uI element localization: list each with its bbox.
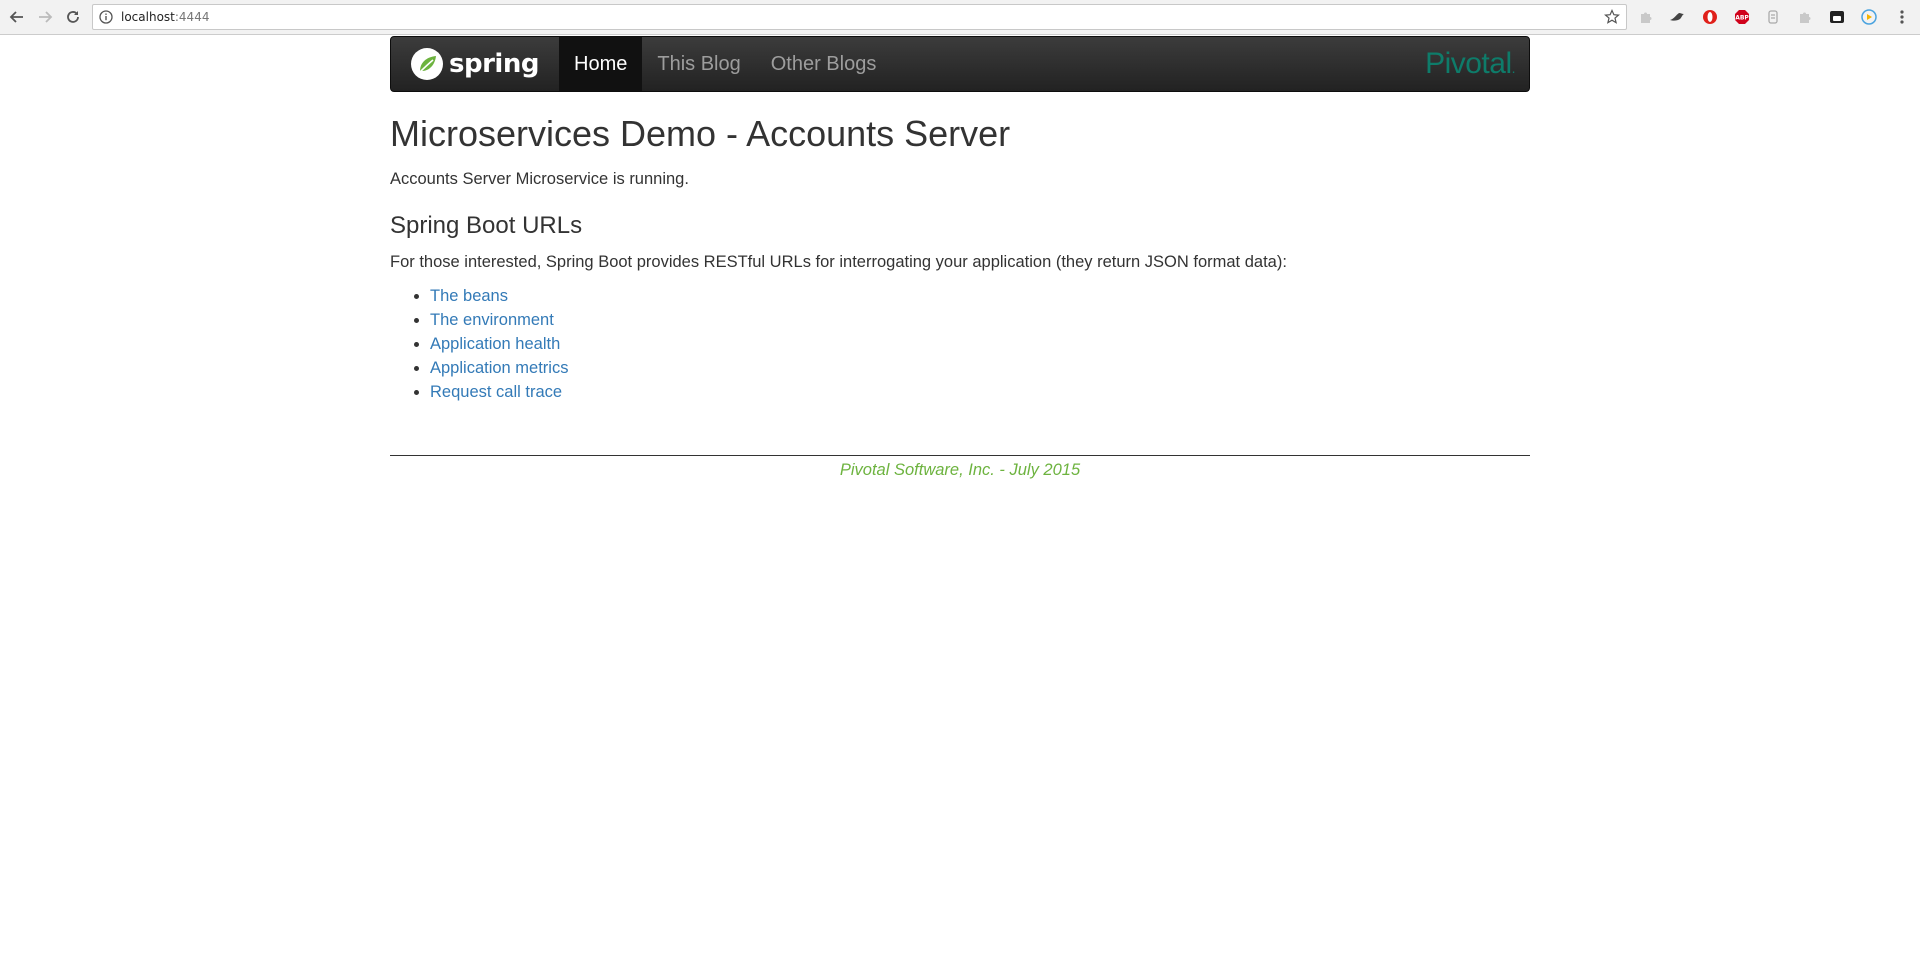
scissors-icon[interactable]: [1763, 7, 1783, 27]
nav-item-this-blog[interactable]: This Blog: [642, 37, 755, 91]
link-trace[interactable]: Request call trace: [430, 383, 562, 401]
site-navbar: spring Home This Blog Other Blogs Pivota…: [390, 36, 1530, 92]
address-bar[interactable]: localhost:4444: [92, 4, 1627, 30]
puzzle-icon[interactable]: [1795, 7, 1815, 27]
opera-icon[interactable]: [1700, 7, 1720, 27]
url-host: localhost: [121, 10, 175, 24]
list-item: The beans: [430, 284, 1530, 308]
link-metrics[interactable]: Application metrics: [430, 359, 568, 377]
footer-divider: [390, 455, 1530, 456]
forward-arrow-icon[interactable]: [34, 6, 56, 28]
section-title: Spring Boot URLs: [390, 212, 583, 239]
url-port: :4444: [174, 10, 210, 24]
pivotal-logo-dot: .: [1511, 60, 1516, 76]
spring-boot-url-list: The beans The environment Application he…: [390, 284, 1530, 404]
list-item: Application metrics: [430, 356, 1530, 380]
section-description: For those interested, Spring Boot provid…: [390, 253, 1287, 271]
pivotal-logo[interactable]: Pivotal.: [1425, 47, 1516, 81]
link-environment[interactable]: The environment: [430, 311, 554, 329]
list-item: The environment: [430, 308, 1530, 332]
pivotal-logo-text: Pivotal: [1425, 47, 1512, 80]
info-icon[interactable]: [99, 10, 113, 29]
link-health[interactable]: Application health: [430, 335, 560, 353]
page-title: Microservices Demo - Accounts Server: [390, 113, 1011, 154]
link-beans[interactable]: The beans: [430, 287, 508, 305]
adblock-icon[interactable]: ABP: [1732, 7, 1752, 27]
spring-logo[interactable]: spring: [410, 46, 539, 82]
browser-toolbar: localhost:4444 ABP: [0, 0, 1920, 35]
status-text: Accounts Server Microservice is running.: [390, 170, 689, 188]
bird-icon[interactable]: [1667, 7, 1687, 27]
pocket-icon[interactable]: [1827, 7, 1847, 27]
footer-text: Pivotal Software, Inc. - July 2015: [839, 461, 1081, 479]
nav-item-home[interactable]: Home: [559, 37, 643, 91]
list-item: Application health: [430, 332, 1530, 356]
bookmark-star-icon[interactable]: [1604, 9, 1620, 30]
menu-dots-icon[interactable]: [1892, 7, 1912, 27]
url-text: localhost:4444: [121, 10, 209, 24]
nav-item-other-blogs[interactable]: Other Blogs: [756, 37, 892, 91]
chrome-cast-icon[interactable]: [1859, 7, 1879, 27]
spring-leaf-icon: [411, 48, 443, 80]
back-arrow-icon[interactable]: [6, 6, 28, 28]
brand-name: spring: [449, 49, 539, 79]
nav-menu: Home This Blog Other Blogs: [559, 37, 891, 91]
list-item: Request call trace: [430, 380, 1530, 404]
page-container: spring Home This Blog Other Blogs Pivota…: [390, 36, 1530, 481]
reload-icon[interactable]: [62, 6, 84, 28]
svg-text:ABP: ABP: [1735, 15, 1749, 22]
puzzle-icon[interactable]: [1636, 7, 1656, 27]
